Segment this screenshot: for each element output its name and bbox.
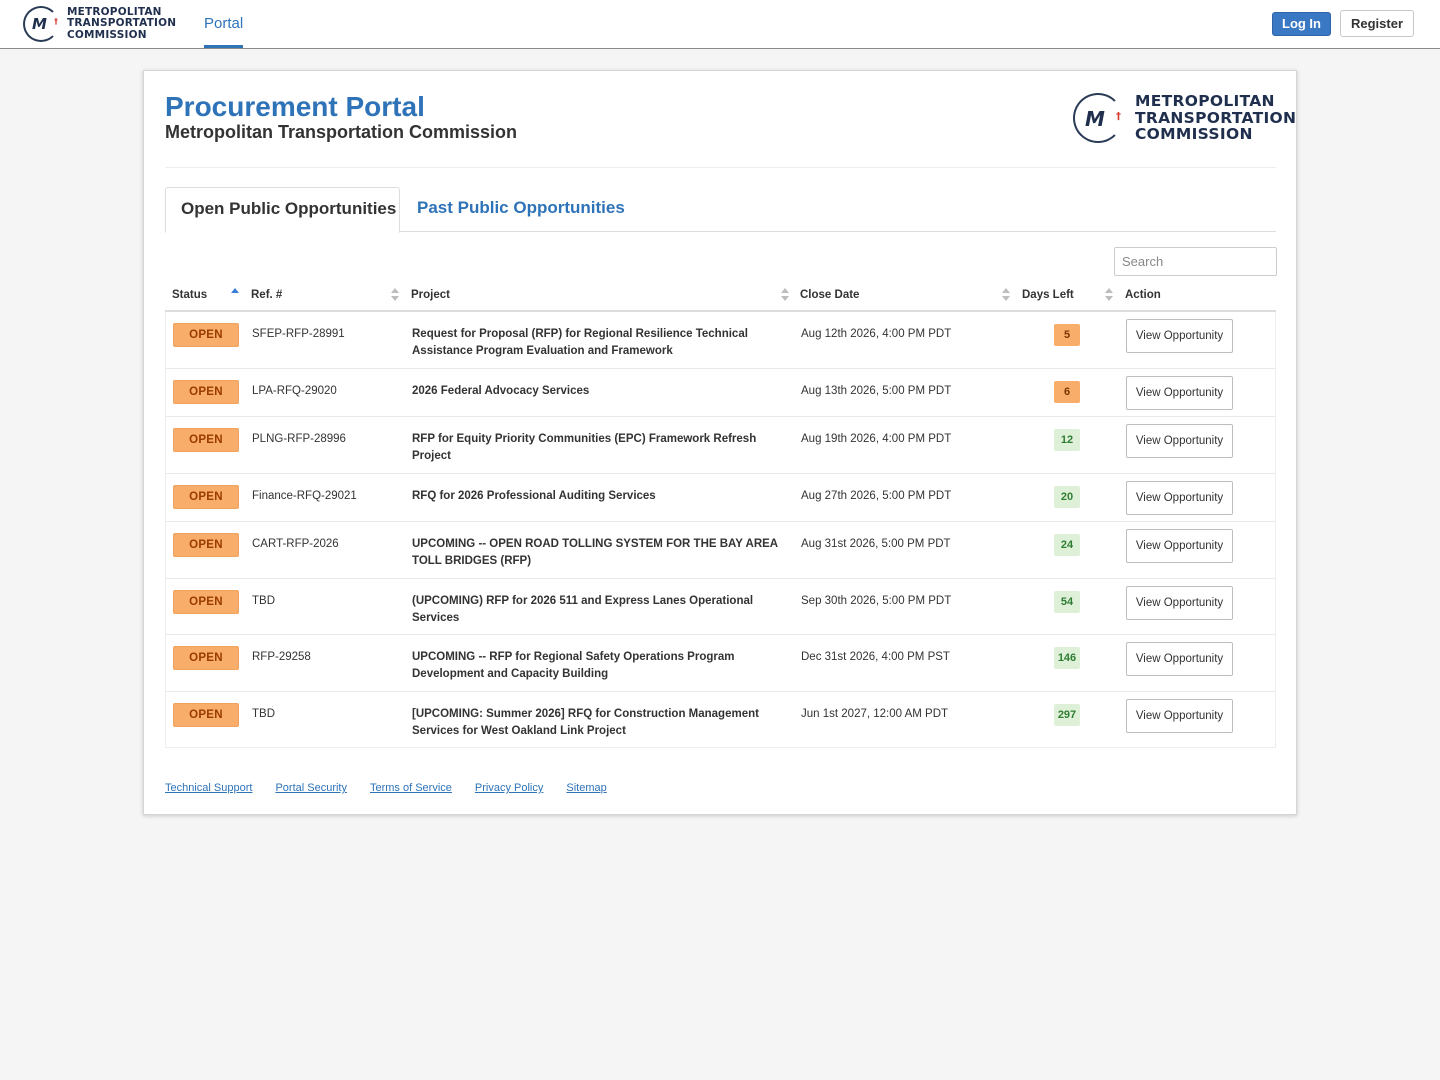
- logo-mark: M: [1085, 107, 1105, 131]
- top-nav: M † METROPOLITAN TRANSPORTATION COMMISSI…: [0, 0, 1440, 49]
- project-title: RFP for Equity Priority Communities (EPC…: [412, 433, 757, 462]
- view-opportunity-button[interactable]: View Opportunity: [1126, 376, 1233, 410]
- status-badge: OPEN: [173, 646, 239, 670]
- mtc-logo-icon: M †: [1073, 93, 1123, 143]
- status-badge: OPEN: [173, 703, 239, 727]
- column-header-action: Action: [1125, 289, 1161, 301]
- project-title: UPCOMING -- OPEN ROAD TOLLING SYSTEM FOR…: [412, 538, 778, 567]
- search-input[interactable]: [1114, 247, 1277, 276]
- logo-wordmark: METROPOLITAN TRANSPORTATION COMMISSION: [1135, 93, 1296, 143]
- close-date: Aug 31st 2026, 5:00 PM PDT: [801, 538, 951, 550]
- footer-link-privacy-policy[interactable]: Privacy Policy: [475, 782, 543, 794]
- sort-icon[interactable]: [1002, 288, 1010, 302]
- column-header-project[interactable]: Project: [411, 280, 450, 310]
- table-row: OPEN CART-RFP-2026 UPCOMING -- OPEN ROAD T…: [166, 521, 1275, 578]
- opportunities-table: Status Ref. # Project Close Date Days Le…: [165, 280, 1276, 748]
- footer-link-portal-security[interactable]: Portal Security: [275, 782, 347, 794]
- view-opportunity-button[interactable]: View Opportunity: [1126, 319, 1233, 353]
- days-left-badge: 146: [1054, 647, 1080, 669]
- table-row: OPEN Finance-RFQ-29021 RFQ for 2026 Profes…: [166, 473, 1275, 521]
- logo-line: COMMISSION: [67, 28, 147, 41]
- mtc-logo[interactable]: M † METROPOLITAN TRANSPORTATION COMMISSI…: [23, 6, 176, 42]
- ref-number: SFEP-RFP-28991: [252, 328, 345, 340]
- status-badge: OPEN: [173, 428, 239, 452]
- column-header-status[interactable]: Status: [172, 280, 207, 310]
- procurement-card: Procurement Portal Metropolitan Transpor…: [143, 70, 1297, 815]
- nav-portal-link[interactable]: Portal: [204, 0, 244, 48]
- footer-link-technical-support[interactable]: Technical Support: [165, 782, 252, 794]
- view-opportunity-button[interactable]: View Opportunity: [1126, 699, 1233, 733]
- sort-icon[interactable]: [1105, 288, 1113, 302]
- project-title: [UPCOMING: Summer 2026] RFQ for Construc…: [412, 708, 759, 737]
- close-date: Dec 31st 2026, 4:00 PM PST: [801, 651, 950, 663]
- project-title: 2026 Federal Advocacy Services: [412, 385, 590, 397]
- ref-number: TBD: [252, 708, 275, 720]
- logo-wordmark: METROPOLITAN TRANSPORTATION COMMISSION: [67, 6, 176, 42]
- view-opportunity-button[interactable]: View Opportunity: [1126, 586, 1233, 620]
- close-date: Aug 27th 2026, 5:00 PM PDT: [801, 490, 952, 502]
- days-left-badge: 20: [1054, 486, 1080, 508]
- status-badge: OPEN: [173, 533, 239, 557]
- ref-number: Finance-RFQ-29021: [252, 490, 357, 502]
- tab-past-opportunities[interactable]: Past Public Opportunities: [417, 187, 625, 232]
- sort-icon[interactable]: [391, 288, 399, 302]
- table-row: OPEN SFEP-RFP-28991 Request for Proposal (…: [166, 312, 1275, 368]
- footer-link-terms-of-service[interactable]: Terms of Service: [370, 782, 452, 794]
- days-left-badge: 5: [1054, 324, 1080, 346]
- close-date: Aug 19th 2026, 4:00 PM PDT: [801, 433, 952, 445]
- view-opportunity-button[interactable]: View Opportunity: [1126, 529, 1233, 563]
- tab-open-opportunities[interactable]: Open Public Opportunities: [165, 187, 400, 233]
- days-left-badge: 6: [1054, 381, 1080, 403]
- ref-number: TBD: [252, 595, 275, 607]
- mtc-logo-icon: M †: [23, 6, 59, 42]
- table-row: OPEN TBD (UPCOMING) RFP for 2026 511 and E…: [166, 578, 1275, 634]
- login-button[interactable]: Log In: [1272, 12, 1331, 36]
- column-header-days-left[interactable]: Days Left: [1022, 280, 1074, 310]
- view-opportunity-button[interactable]: View Opportunity: [1126, 424, 1233, 458]
- status-badge: OPEN: [173, 323, 239, 347]
- footer-link-sitemap[interactable]: Sitemap: [566, 782, 606, 794]
- days-left-badge: 297: [1054, 704, 1080, 726]
- project-title: RFQ for 2026 Professional Auditing Servi…: [412, 490, 656, 502]
- column-header-close-date[interactable]: Close Date: [800, 280, 859, 310]
- ref-number: PLNG-RFP-28996: [252, 433, 346, 445]
- project-title: UPCOMING -- RFP for Regional Safety Oper…: [412, 651, 735, 680]
- logo-line: METROPOLITAN: [1135, 92, 1275, 111]
- close-date: Aug 12th 2026, 4:00 PM PDT: [801, 328, 952, 340]
- project-title: Request for Proposal (RFP) for Regional …: [412, 328, 748, 357]
- days-left-badge: 24: [1054, 534, 1080, 556]
- register-button[interactable]: Register: [1340, 10, 1414, 37]
- close-date: Aug 13th 2026, 5:00 PM PDT: [801, 385, 952, 397]
- mtc-header-logo: M † METROPOLITAN TRANSPORTATION COMMISSI…: [1073, 93, 1296, 143]
- column-header-ref[interactable]: Ref. #: [251, 280, 282, 310]
- view-opportunity-button[interactable]: View Opportunity: [1126, 642, 1233, 676]
- view-opportunity-button[interactable]: View Opportunity: [1126, 481, 1233, 515]
- status-badge: OPEN: [173, 485, 239, 509]
- days-left-badge: 54: [1054, 591, 1080, 613]
- close-date: Sep 30th 2026, 5:00 PM PDT: [801, 595, 952, 607]
- status-badge: OPEN: [173, 380, 239, 404]
- close-date: Jun 1st 2027, 12:00 AM PDT: [801, 708, 949, 720]
- sort-asc-icon[interactable]: [231, 288, 239, 302]
- ref-number: RFP-29258: [252, 651, 311, 663]
- ref-number: LPA-RFQ-29020: [252, 385, 337, 397]
- table-row: OPEN TBD [UPCOMING: Summer 2026] RFQ for C…: [166, 691, 1275, 747]
- divider: [165, 167, 1276, 168]
- page-subtitle: Metropolitan Transportation Commission: [165, 122, 518, 142]
- table-row: OPEN PLNG-RFP-28996 RFP for Equity Priorit…: [166, 416, 1275, 473]
- logo-line: TRANSPORTATION: [1135, 108, 1297, 127]
- logo-mark: M: [32, 15, 47, 33]
- sort-icon[interactable]: [781, 288, 789, 302]
- days-left-badge: 12: [1054, 429, 1080, 451]
- logo-line: COMMISSION: [1135, 125, 1253, 144]
- project-title: (UPCOMING) RFP for 2026 511 and Express …: [412, 595, 754, 624]
- ref-number: CART-RFP-2026: [252, 538, 339, 550]
- page-title: Procurement Portal: [165, 91, 425, 122]
- table-row: OPEN RFP-29258 UPCOMING -- RFP for Regiona…: [166, 634, 1275, 691]
- table-body: OPEN SFEP-RFP-28991 Request for Proposal (…: [165, 312, 1276, 748]
- footer-links: Technical Support Portal Security Terms …: [165, 782, 630, 794]
- table-header: Status Ref. # Project Close Date Days Le…: [165, 280, 1276, 312]
- status-badge: OPEN: [173, 590, 239, 614]
- table-row: OPEN LPA-RFQ-29020 2026 Federal Advocacy S…: [166, 368, 1275, 416]
